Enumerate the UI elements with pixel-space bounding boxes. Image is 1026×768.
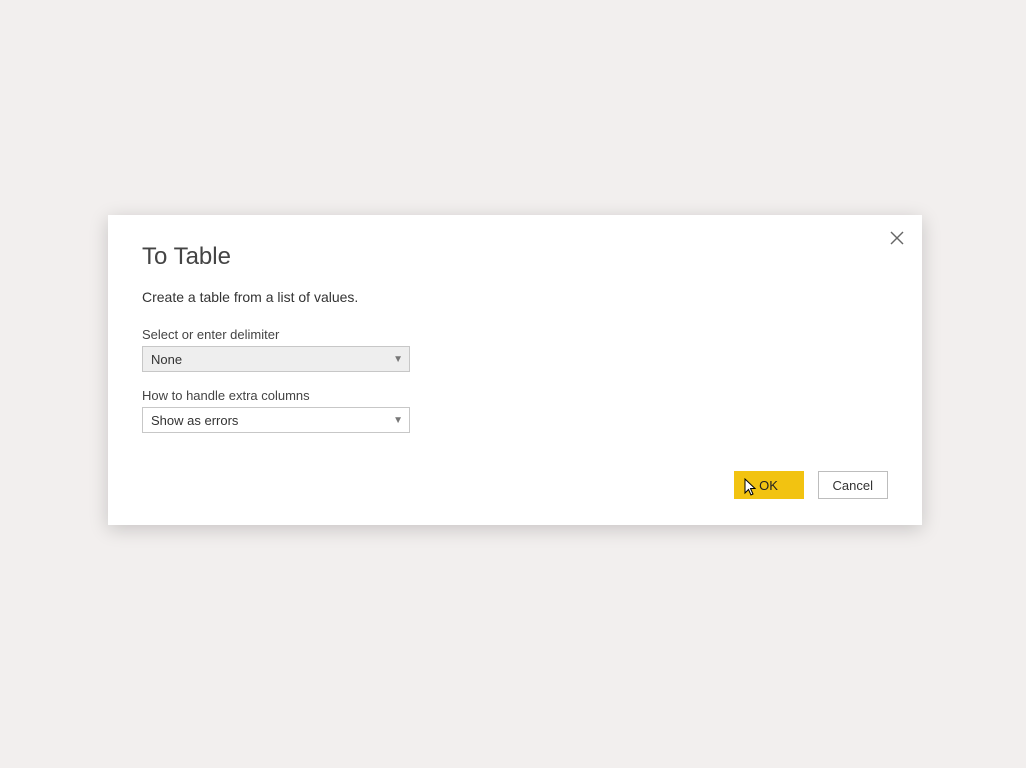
chevron-down-icon: ▼ [393,415,403,426]
delimiter-value: None [151,352,182,367]
delimiter-label: Select or enter delimiter [142,327,888,342]
extra-columns-label: How to handle extra columns [142,388,888,403]
extra-columns-dropdown[interactable]: Show as errors ▼ [142,407,410,433]
ok-button[interactable]: OK [734,471,804,499]
close-button[interactable] [886,227,908,249]
chevron-down-icon: ▼ [393,354,403,365]
extra-columns-value: Show as errors [151,413,238,428]
dialog-title: To Table [142,243,888,271]
dialog-subtitle: Create a table from a list of values. [142,289,888,305]
to-table-dialog: To Table Create a table from a list of v… [108,215,922,525]
cancel-button[interactable]: Cancel [818,471,888,499]
close-icon [889,230,905,246]
delimiter-dropdown[interactable]: None ▼ [142,346,410,372]
button-row: OK Cancel [142,471,888,499]
